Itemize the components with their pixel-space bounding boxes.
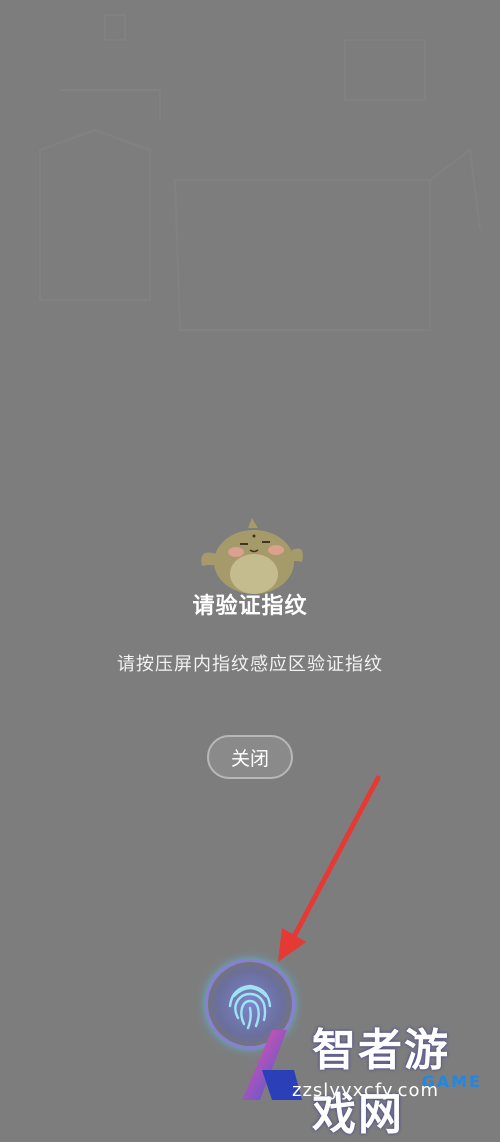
watermark: 智者游戏网 GAME zzslyyxcfy.com: [232, 1010, 492, 1140]
watermark-url: zzslyyxcfy.com: [292, 1080, 440, 1101]
background-app-ghost: [39, 14, 481, 331]
dialog-title: 请验证指纹: [192, 594, 308, 619]
mascot-illustration: [201, 518, 303, 594]
dialog-message: 请按压屏内指纹感应区验证指纹: [117, 654, 383, 675]
red-arrow-annotation: [278, 775, 381, 962]
